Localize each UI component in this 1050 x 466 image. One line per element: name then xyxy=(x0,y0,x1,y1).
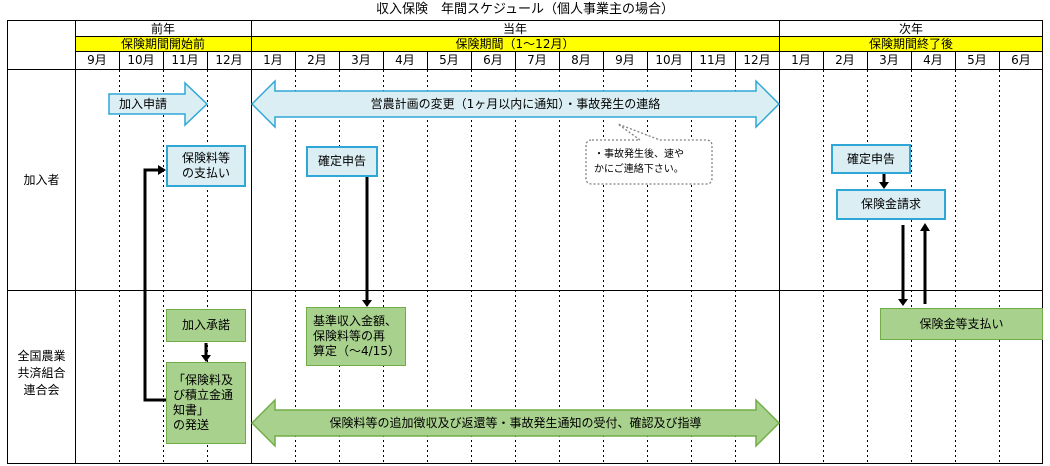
apply-label: 加入申請 xyxy=(119,97,168,111)
month-label: 12月 xyxy=(215,53,243,67)
month-label: 1月 xyxy=(791,53,811,67)
payout-box: 保険金等支払い xyxy=(880,308,1043,340)
month-label: 3月 xyxy=(879,53,899,67)
premium-payment-box: 保険料等 の支払い xyxy=(166,145,246,187)
guidance-label: 保険料等の追加徴収及び返還等・事故発生通知の受付、確認及び指導 xyxy=(329,416,702,430)
month-label: 4月 xyxy=(395,53,415,67)
year-label-prev: 前年 xyxy=(150,22,175,36)
payout-text: 保険金等支払い xyxy=(919,316,1004,331)
tax-return-current-text: 確定申告 xyxy=(317,154,366,168)
plan-change-label: 営農計画の変更（1ヶ月以内に通知）・事故発生の連絡 xyxy=(370,97,661,111)
year-label-next: 次年 xyxy=(898,22,923,36)
notice-box: 「保険料及 び積立金通 知書」 の発送 xyxy=(166,362,246,444)
approval-box: 加入承諾 xyxy=(166,309,246,342)
row-label-federation: 全国農業 共済組合 連合会 xyxy=(17,349,66,397)
grid-lines xyxy=(7,20,1043,464)
period-label-prev: 保険期間開始前 xyxy=(120,37,205,51)
arrow-heads xyxy=(158,165,930,362)
year-label-current: 当年 xyxy=(502,22,527,36)
month-label: 9月 xyxy=(87,53,107,67)
month-label: 6月 xyxy=(1011,53,1031,67)
month-label: 5月 xyxy=(439,53,459,67)
month-label: 3月 xyxy=(351,53,371,67)
row-label-member: 加入者 xyxy=(23,173,60,187)
month-label: 5月 xyxy=(967,53,987,67)
recalc-box: 基準収入金額、 保険料等の再 算定（～4/15） xyxy=(306,307,406,366)
diagram-canvas xyxy=(7,20,1043,464)
month-label: 1月 xyxy=(263,53,283,67)
connector-arrows xyxy=(143,168,927,402)
claim-box: 保険金請求 xyxy=(836,189,946,220)
month-label: 10月 xyxy=(127,53,155,67)
callout-text: ・事故発生後、速や かにご連絡下さい。 xyxy=(594,149,684,175)
month-label: 11月 xyxy=(171,53,199,67)
page-title: 収入保険 年間スケジュール（個人事業主の場合） xyxy=(375,2,675,17)
month-label: 10月 xyxy=(655,53,683,67)
schedule-diagram: 収入保険 年間スケジュール（個人事業主の場合） 前年 当年 次年 保険期間開始前… xyxy=(0,0,1050,466)
month-label: 6月 xyxy=(483,53,503,67)
period-label-next: 保険期間終了後 xyxy=(868,37,953,51)
tax-return-next-box: 確定申告 xyxy=(831,144,911,174)
claim-text: 保険金請求 xyxy=(860,197,921,211)
month-label: 2月 xyxy=(835,53,855,67)
month-label: 8月 xyxy=(571,53,591,67)
premium-payment-text: 保険料等 の支払い xyxy=(181,151,230,180)
tax-return-next-text: 確定申告 xyxy=(846,151,895,166)
approval-text: 加入承諾 xyxy=(181,318,230,332)
month-label: 2月 xyxy=(307,53,327,67)
recalc-text: 基準収入金額、 保険料等の再 算定（～4/15） xyxy=(313,314,400,358)
notice-text: 「保険料及 び積立金通 知書」 の発送 xyxy=(173,373,234,432)
period-label-current: 保険期間（1～12月） xyxy=(455,37,575,51)
month-label: 7月 xyxy=(527,53,547,67)
month-label: 9月 xyxy=(615,53,635,67)
month-label: 11月 xyxy=(699,53,727,67)
tax-return-current-box: 確定申告 xyxy=(306,146,378,177)
month-label: 12月 xyxy=(743,53,771,67)
month-label: 4月 xyxy=(923,53,943,67)
